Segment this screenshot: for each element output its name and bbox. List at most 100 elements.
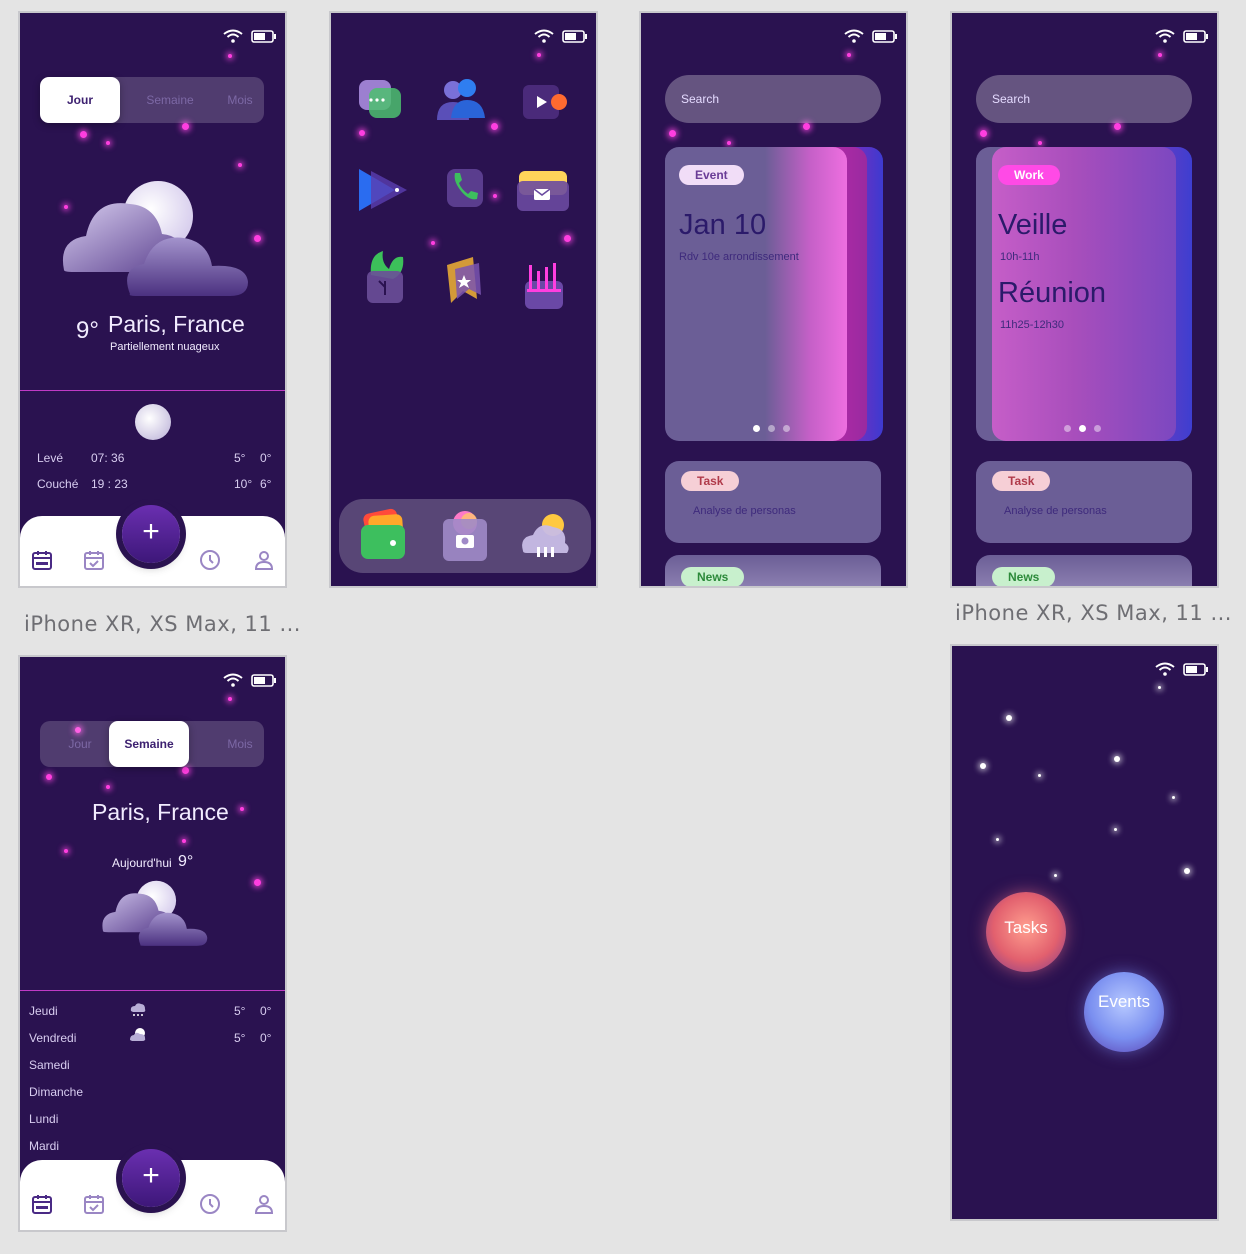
leaf-app-icon[interactable] [363, 249, 407, 305]
chat-app-icon[interactable] [357, 78, 405, 122]
segment-day[interactable]: Jour [40, 721, 120, 767]
screen-event-cards: Search Event Jan 10 Rdv 10e arrondisseme… [639, 11, 908, 588]
event-description: Rdv 10e arrondissement [679, 251, 799, 263]
cloud-moon-weather-icon [102, 880, 208, 946]
task-card[interactable]: Task Analyse de personas [976, 461, 1192, 543]
divider [20, 990, 285, 991]
status-bar [223, 29, 277, 43]
stats-app-icon[interactable] [521, 259, 567, 311]
mail-app-icon[interactable] [515, 165, 571, 213]
task-description: Analyse de personas [1004, 505, 1107, 517]
battery-icon [251, 673, 276, 687]
weather-app-icon[interactable] [517, 511, 573, 561]
divider [20, 390, 285, 391]
today-temperature: 9° [178, 853, 194, 870]
segment-week[interactable]: Semaine [109, 721, 189, 767]
screen-weather-week: Jour Semaine Mois Paris, France Aujourd'… [18, 655, 287, 1232]
sunrise-temp-1: 5° [234, 451, 246, 465]
event-card[interactable]: Event Jan 10 Rdv 10e arrondissement [665, 147, 847, 441]
tasks-bubble-label: Tasks [1004, 918, 1048, 937]
sunset-label: Couché [37, 477, 79, 491]
screen-work-cards: Search Work Veille 10h-11h Réunion 11h25… [950, 11, 1219, 588]
screen-app-grid [329, 11, 598, 588]
day-temp-1: 5° [234, 1031, 246, 1045]
tasks-bubble[interactable]: Tasks [986, 892, 1066, 972]
battery-icon [1183, 29, 1208, 43]
snow-cloud-icon [130, 1003, 146, 1016]
search-input[interactable]: Search [665, 75, 881, 123]
add-button[interactable]: + [122, 1149, 180, 1207]
work-card[interactable]: Work Veille 10h-11h Réunion 11h25-12h30 [992, 147, 1176, 441]
calendar-icon[interactable] [30, 1192, 54, 1216]
cloud-moon-weather-icon [62, 181, 248, 296]
task-tag: Task [681, 471, 740, 491]
play-app-icon[interactable] [355, 165, 409, 215]
video-app-icon[interactable] [521, 83, 569, 123]
segment-month[interactable]: Mois [200, 721, 280, 767]
search-input[interactable]: Search [976, 75, 1192, 123]
day-name: Samedi [29, 1058, 70, 1072]
wifi-icon [223, 29, 243, 43]
bookmark-app-icon[interactable] [443, 255, 485, 307]
day-temp-2: 0° [260, 1004, 272, 1018]
events-bubble-label: Events [1098, 992, 1150, 1011]
news-card[interactable]: News [665, 555, 881, 586]
card-pager[interactable] [749, 419, 794, 437]
task-description: Analyse de personas [693, 505, 796, 517]
event-date: Jan 10 [679, 209, 767, 241]
wifi-icon [1155, 662, 1175, 676]
segment-week[interactable]: Semaine [130, 77, 210, 123]
segment-month[interactable]: Mois [200, 77, 280, 123]
day-name: Mardi [29, 1139, 60, 1153]
wifi-icon [534, 29, 554, 43]
battery-icon [1183, 662, 1208, 676]
day-temp-2: 0° [260, 1031, 272, 1045]
day-name: Jeudi [29, 1004, 58, 1018]
cloud-moon-icon [130, 1028, 146, 1041]
status-bar [1155, 662, 1209, 676]
camera-app-icon[interactable] [439, 509, 491, 563]
event-tag: Event [679, 165, 744, 185]
sunrise-temp-2: 0° [260, 451, 272, 465]
news-card[interactable]: News [976, 555, 1192, 586]
calendar-check-icon[interactable] [82, 548, 106, 572]
clock-icon[interactable] [198, 1192, 222, 1216]
current-temperature: 9° [76, 317, 99, 344]
user-icon[interactable] [252, 1192, 276, 1216]
card-pager[interactable] [1060, 419, 1105, 437]
city-name: Paris, France [108, 311, 245, 337]
battery-icon [251, 29, 276, 43]
status-bar [844, 29, 898, 43]
events-bubble[interactable]: Events [1084, 972, 1164, 1052]
battery-icon [872, 29, 897, 43]
sunset-temp-1: 10° [234, 477, 253, 491]
user-icon[interactable] [252, 548, 276, 572]
task-card[interactable]: Task Analyse de personas [665, 461, 881, 543]
work-tag: Work [998, 165, 1060, 185]
contacts-app-icon[interactable] [433, 76, 489, 124]
screen-bubbles: Tasks Events [950, 644, 1219, 1221]
period-segmented-control: Jour Semaine Mois [40, 721, 264, 767]
calendar-check-icon[interactable] [82, 1192, 106, 1216]
sunrise-label: Levé [37, 451, 64, 465]
today-label: Aujourd'hui [112, 856, 172, 870]
city-name: Paris, France [92, 799, 229, 825]
battery-icon [562, 29, 587, 43]
calendar-icon[interactable] [30, 548, 54, 572]
weather-condition: Partiellement nuageux [110, 341, 220, 353]
clock-icon[interactable] [198, 548, 222, 572]
day-temp-1: 5° [234, 1004, 246, 1018]
add-button[interactable]: + [122, 505, 180, 563]
segment-day[interactable]: Jour [40, 77, 120, 123]
phone-app-icon[interactable] [443, 163, 487, 211]
wifi-icon [1155, 29, 1175, 43]
status-bar [534, 29, 588, 43]
status-bar [223, 673, 277, 687]
day-name: Dimanche [29, 1085, 84, 1099]
sunrise-time: 07: 36 [91, 451, 125, 465]
news-tag: News [681, 567, 745, 586]
wallet-app-icon[interactable] [355, 507, 413, 563]
wifi-icon [223, 673, 243, 687]
moon-phase-icon [135, 404, 171, 440]
day-name: Lundi [29, 1112, 59, 1126]
